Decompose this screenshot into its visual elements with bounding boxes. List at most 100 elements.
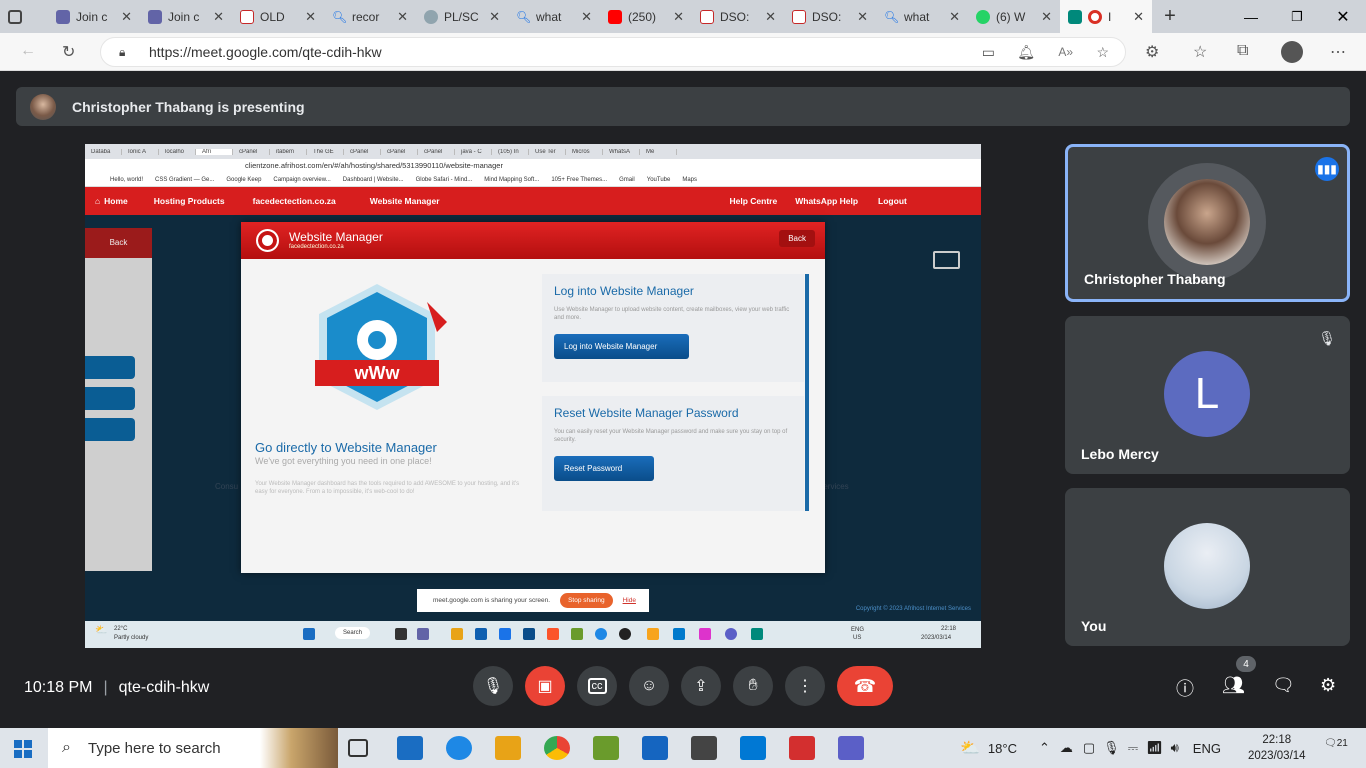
- new-tab-icon[interactable]: +: [1152, 5, 1188, 28]
- people-icon[interactable]: 👥︎: [1222, 675, 1245, 696]
- microphone-tray-icon[interactable]: 🎙︎: [1103, 740, 1120, 756]
- restore-icon[interactable]: ❐: [1274, 9, 1320, 25]
- window-close-icon[interactable]: ✕: [1320, 7, 1366, 27]
- mail-icon: [933, 251, 960, 269]
- tab-whatsapp[interactable]: (6) W ✕: [968, 0, 1060, 33]
- close-icon[interactable]: ✕: [765, 9, 776, 25]
- mail-app-icon[interactable]: [397, 736, 423, 760]
- tab-search-what-2[interactable]: 🔍︎ what ✕: [876, 0, 968, 33]
- collections-icon[interactable]: ⧉: [1237, 42, 1248, 60]
- teams-app-icon[interactable]: [838, 736, 864, 760]
- file-explorer-icon[interactable]: [495, 736, 521, 760]
- app-icon[interactable]: [593, 736, 619, 760]
- tab-youtube[interactable]: (250) ✕: [600, 0, 692, 33]
- tab-meet-active[interactable]: I ✕: [1060, 0, 1152, 33]
- close-icon[interactable]: ✕: [305, 9, 316, 25]
- chat-icon[interactable]: 🗨︎: [1272, 675, 1295, 696]
- activities-icon[interactable]: ⚙: [1320, 675, 1336, 696]
- shared-side-button: [85, 387, 135, 410]
- close-icon[interactable]: ✕: [949, 9, 960, 25]
- camera-off-button[interactable]: ▣: [525, 666, 565, 706]
- profile-avatar[interactable]: [1281, 41, 1303, 63]
- tab-teams-1[interactable]: Join c ✕: [48, 0, 140, 33]
- back-arrow-icon[interactable]: ←: [20, 42, 36, 60]
- app-tray-icon[interactable]: ▢: [1083, 740, 1095, 756]
- shared-screen: Databa Ionic Alocalho Afri cPanel itabem The …: [85, 144, 981, 648]
- close-icon[interactable]: ✕: [489, 9, 500, 25]
- tab-teams-2[interactable]: Join c ✕: [140, 0, 232, 33]
- tab-plsql[interactable]: PL/SC ✕: [416, 0, 508, 33]
- reset-card: Reset Website Manager Password You can e…: [542, 396, 804, 511]
- close-icon[interactable]: ✕: [581, 9, 592, 25]
- chrome-app-icon[interactable]: [544, 736, 570, 760]
- leave-call-button[interactable]: ☎: [837, 666, 893, 706]
- tab-search-what[interactable]: 🔍︎ what ✕: [508, 0, 600, 33]
- weather-icon[interactable]: ⛅: [960, 738, 980, 758]
- close-icon[interactable]: ✕: [1041, 9, 1052, 25]
- search-icon: 🔍︎: [332, 9, 348, 24]
- raise-hand-button[interactable]: ✋︎: [733, 666, 773, 706]
- more-options-button[interactable]: ⋮: [785, 666, 825, 706]
- edge-app-icon[interactable]: [446, 736, 472, 760]
- cloud-icon[interactable]: ☁: [1060, 740, 1073, 756]
- reactions-button[interactable]: ☺: [629, 666, 669, 706]
- tab-pdf-old[interactable]: OLD ✕: [232, 0, 324, 33]
- app-icon[interactable]: [789, 736, 815, 760]
- pdf-icon: [240, 9, 254, 24]
- taskbar-clock[interactable]: 22:18 2023/03/14: [1248, 732, 1306, 764]
- plug-icon[interactable]: ⎓: [1128, 740, 1138, 756]
- favorites-icon[interactable]: ☆: [1193, 42, 1207, 62]
- read-aloud-icon[interactable]: A»: [1058, 45, 1073, 59]
- close-icon[interactable]: ✕: [397, 9, 408, 25]
- minimize-icon[interactable]: —: [1228, 9, 1274, 25]
- browser-tab-bar: Join c ✕ Join c ✕ OLD ✕ 🔍︎ recor ✕ PL/SC ✕ 🔍︎ w…: [0, 0, 1366, 33]
- tab-search-recor[interactable]: 🔍︎ recor ✕: [324, 0, 416, 33]
- favorite-add-icon[interactable]: ☆: [1096, 44, 1109, 61]
- url-field[interactable]: 🔒︎ https://meet.google.com/qte-cdih-hkw …: [100, 37, 1126, 67]
- extensions-icon[interactable]: ⚙: [1145, 42, 1159, 62]
- notification-center-icon[interactable]: 🗨︎21: [1324, 738, 1348, 749]
- camera-off-icon: ▣: [537, 678, 553, 695]
- lock-icon: 🔒︎: [119, 44, 126, 59]
- teams-icon: [56, 9, 70, 24]
- task-view-icon[interactable]: [348, 739, 368, 757]
- shared-copyright: Copyright © 2023 Afrihost Internet Servi…: [855, 606, 971, 612]
- windows-start-icon[interactable]: [14, 740, 32, 758]
- sql-developer-icon[interactable]: [691, 736, 717, 760]
- wifi-icon[interactable]: 📶︎: [1146, 740, 1163, 756]
- microphone-button[interactable]: 🎙︎: [473, 666, 513, 706]
- globe-icon: [256, 229, 279, 252]
- participant-tile-christopher[interactable]: ▮▮▮ Christopher Thabang: [1065, 144, 1350, 302]
- address-bar-row: ← ↻ 🔒︎ https://meet.google.com/qte-cdih-…: [0, 33, 1366, 71]
- media-player-icon[interactable]: [740, 736, 766, 760]
- close-icon[interactable]: ✕: [121, 9, 132, 25]
- close-icon[interactable]: ✕: [213, 9, 224, 25]
- meeting-info-icon[interactable]: ⓘ: [1176, 675, 1194, 701]
- login-card: Log into Website Manager Use Website Man…: [542, 274, 804, 382]
- present-button[interactable]: ⇪: [681, 666, 721, 706]
- participant-tile-you[interactable]: You: [1065, 488, 1350, 646]
- app-icon: [499, 628, 511, 640]
- close-icon[interactable]: ✕: [673, 9, 684, 25]
- tab-actions-button[interactable]: [0, 0, 48, 33]
- captions-icon: cc: [587, 678, 607, 694]
- notification-blocked-icon[interactable]: 🔔︎: [1017, 44, 1035, 61]
- reload-icon[interactable]: ↻: [62, 42, 75, 62]
- language-indicator[interactable]: ENG: [1193, 741, 1221, 756]
- participant-tile-lebo[interactable]: L 🎙︎ Lebo Mercy: [1065, 316, 1350, 474]
- chevron-up-icon[interactable]: ⌃: [1039, 740, 1050, 756]
- virtualbox-icon[interactable]: [642, 736, 668, 760]
- more-menu-icon[interactable]: ⋯: [1330, 42, 1346, 62]
- taskbar-search-input[interactable]: ⌕ Type here to search: [48, 728, 338, 768]
- camera-icon[interactable]: ▭: [982, 44, 995, 61]
- close-icon[interactable]: ✕: [857, 9, 868, 25]
- volume-icon[interactable]: 🔊︎: [1171, 740, 1179, 756]
- tab-pdf-dso-1[interactable]: DSO: ✕: [692, 0, 784, 33]
- tab-pdf-dso-2[interactable]: DSO: ✕: [784, 0, 876, 33]
- dell-icon: [619, 628, 631, 640]
- hand-icon: ✋︎: [748, 677, 758, 694]
- captions-button[interactable]: cc: [577, 666, 617, 706]
- shared-bookmarks-bar: Hello, world! CSS Gradient — Ge... Google …: [85, 173, 981, 187]
- close-icon[interactable]: ✕: [1133, 9, 1144, 25]
- login-website-manager-button: Log into Website Manager: [554, 334, 690, 359]
